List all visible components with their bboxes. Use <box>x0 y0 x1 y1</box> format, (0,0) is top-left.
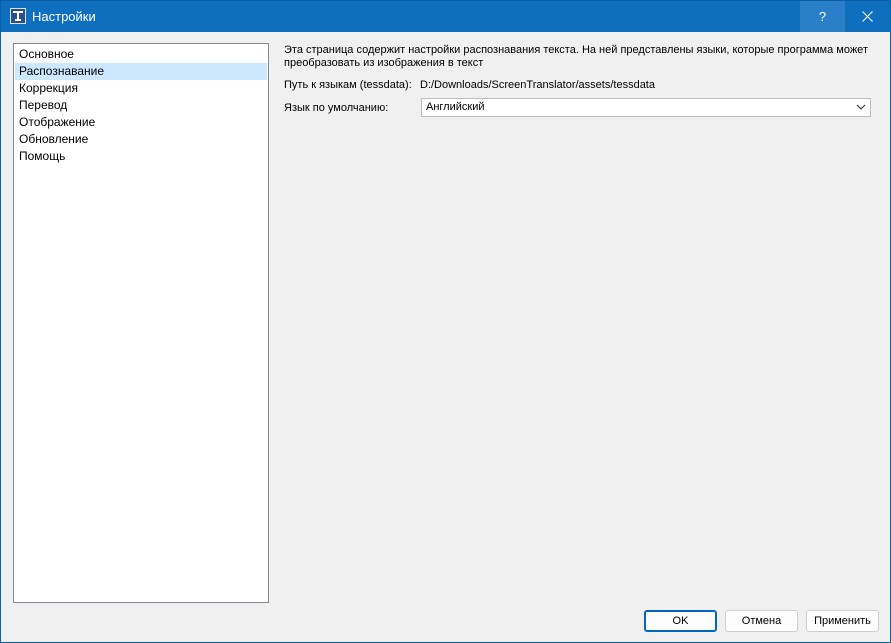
ok-button[interactable]: OK <box>644 610 717 632</box>
sidebar-item-update[interactable]: Обновление <box>15 131 267 148</box>
tessdata-path: D:/Downloads/ScreenTranslator/assets/tes… <box>420 79 655 91</box>
tessdata-label: Путь к языкам (tessdata): <box>284 79 412 91</box>
window-title: Настройки <box>32 9 96 24</box>
app-icon <box>10 8 26 24</box>
help-button[interactable]: ? <box>800 1 845 32</box>
apply-button-label: Применить <box>814 615 871 627</box>
default-language-select[interactable]: Английский <box>421 98 871 117</box>
apply-button[interactable]: Применить <box>806 610 879 632</box>
sidebar-item-general[interactable]: Основное <box>15 46 267 63</box>
settings-window: Настройки ? Основное Распознавание Корре… <box>0 0 891 643</box>
cancel-button[interactable]: Отмена <box>725 610 798 632</box>
close-icon <box>862 11 873 22</box>
sidebar-item-correction[interactable]: Коррекция <box>15 80 267 97</box>
chevron-down-icon <box>856 104 866 110</box>
default-language-value: Английский <box>426 101 485 113</box>
close-button[interactable] <box>845 1 890 32</box>
settings-category-list[interactable]: Основное Распознавание Коррекция Перевод… <box>13 43 269 603</box>
cancel-button-label: Отмена <box>741 615 782 627</box>
sidebar-item-display[interactable]: Отображение <box>15 114 267 131</box>
ok-button-label: OK <box>672 615 689 627</box>
help-label: ? <box>818 9 827 24</box>
sidebar-item-recognition[interactable]: Распознавание <box>15 63 267 80</box>
sidebar-item-help[interactable]: Помощь <box>15 148 267 165</box>
default-language-label: Язык по умолчанию: <box>284 102 389 114</box>
title-bar[interactable]: Настройки ? <box>1 1 890 32</box>
page-description: Эта страница содержит настройки распозна… <box>284 44 868 69</box>
sidebar-item-translation[interactable]: Перевод <box>15 97 267 114</box>
